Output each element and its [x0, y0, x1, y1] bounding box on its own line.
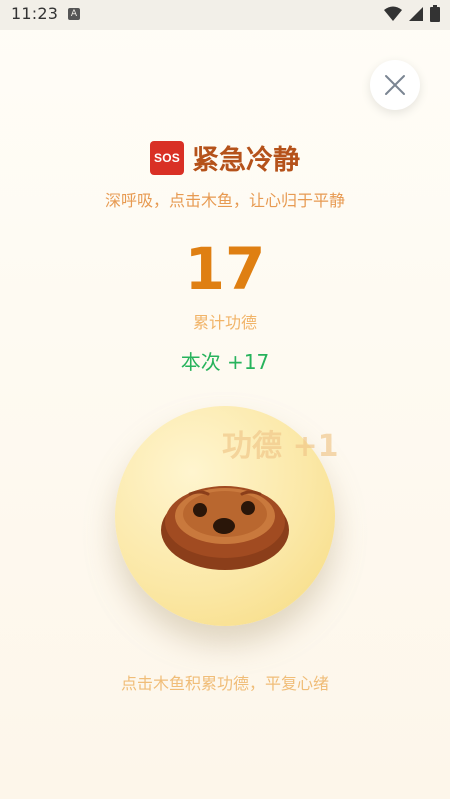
session-merit: 本次 +17	[180, 350, 270, 374]
page-title: 紧急冷静	[192, 145, 300, 176]
sos-badge-icon: SOS	[150, 140, 184, 175]
close-icon	[385, 75, 405, 95]
signal-icon	[409, 6, 423, 21]
wifi-icon	[384, 6, 402, 21]
battery-icon	[430, 5, 440, 22]
merit-total-label: 累计功德	[192, 313, 257, 332]
status-icons	[384, 5, 440, 22]
close-button[interactable]	[370, 60, 420, 110]
title-row: SOS 紧急冷静	[0, 138, 450, 177]
merit-float-text: 功德 +1	[222, 429, 339, 464]
status-bar: 11:23 A	[0, 0, 450, 30]
status-time: 11:23	[11, 4, 59, 23]
merit-total: 17	[184, 235, 266, 303]
hint-text: 点击木鱼积累功德，平复心绪	[120, 674, 329, 693]
a-icon: A	[68, 8, 80, 20]
wooden-fish-icon	[161, 486, 289, 570]
page-subtitle: 深呼吸，点击木鱼，让心归于平静	[104, 191, 345, 210]
